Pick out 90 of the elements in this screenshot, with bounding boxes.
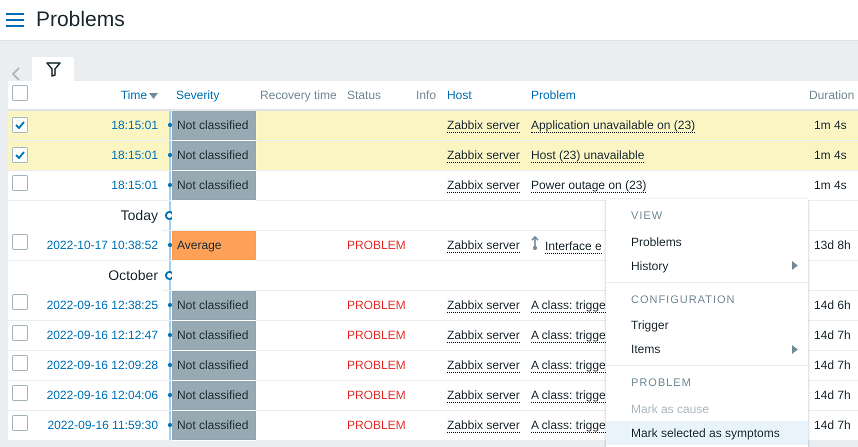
checkbox[interactable] <box>12 84 28 100</box>
duration-text: 14d 6h <box>814 298 851 312</box>
time-link[interactable]: 18:15:01 <box>111 148 158 162</box>
timeline-dot-icon <box>168 242 172 246</box>
severity-cell: Not classified <box>172 140 256 170</box>
time-link[interactable]: 2022-10-17 10:38:52 <box>46 238 158 252</box>
status-text: PROBLEM <box>347 358 406 372</box>
filter-tab[interactable] <box>32 57 74 81</box>
time-link[interactable]: 2022-09-16 11:59:30 <box>47 418 158 432</box>
severity-cell: Not classified <box>172 320 256 350</box>
timeline-dot-icon <box>168 123 172 127</box>
time-link[interactable]: 2022-09-16 12:12:47 <box>46 328 158 342</box>
duration-text: 1m 4s <box>814 178 847 192</box>
timeline-marker-icon <box>165 210 172 220</box>
column-header[interactable]: Severity <box>176 88 220 102</box>
check-icon <box>15 151 25 159</box>
status-text: PROBLEM <box>347 328 406 342</box>
checkbox[interactable] <box>12 174 28 190</box>
timeline-dot-icon <box>168 392 172 396</box>
host-link[interactable]: Zabbix server <box>447 388 520 403</box>
menu-section-header: VIEW <box>630 209 664 224</box>
column-header: Status <box>347 88 382 102</box>
menu-section-header: CONFIGURATION <box>630 292 736 308</box>
date-group-label: Today <box>120 206 158 223</box>
menu-item[interactable]: Items <box>606 337 808 361</box>
status-text: PROBLEM <box>347 418 406 432</box>
timeline-dot-icon <box>168 182 172 186</box>
filter-icon <box>46 62 60 76</box>
column-header[interactable]: Time <box>120 88 158 102</box>
timeline-marker-icon <box>165 270 172 280</box>
timeline-dot-icon <box>168 302 172 306</box>
checkbox[interactable] <box>12 147 28 163</box>
time-link[interactable]: 2022-09-16 12:04:06 <box>46 388 158 402</box>
column-header: Duration <box>809 88 854 102</box>
problem-link[interactable]: Power outage on (23) <box>531 178 646 193</box>
time-link[interactable]: 2022-09-16 12:09:28 <box>46 358 158 372</box>
checkbox[interactable] <box>12 117 28 134</box>
checkbox[interactable] <box>12 414 28 430</box>
severity-cell: Not classified <box>172 410 256 440</box>
checkbox[interactable] <box>12 234 28 250</box>
checkbox[interactable] <box>12 324 28 340</box>
submenu-arrow-icon <box>792 344 798 354</box>
column-header: Recovery time <box>260 88 337 102</box>
host-link[interactable]: Zabbix server <box>447 298 520 313</box>
timeline-dot-icon <box>168 332 172 336</box>
page-title: Problems <box>36 7 125 33</box>
menu-item[interactable]: Mark selected as symptoms <box>606 420 808 444</box>
host-link[interactable]: Zabbix server <box>447 238 520 253</box>
duration-text: 1m 4s <box>814 118 847 132</box>
duration-text: 13d 8h <box>814 238 851 252</box>
menu-section-header: PROBLEM <box>630 376 693 391</box>
menu-item[interactable]: Problems <box>606 230 808 254</box>
timeline-dot-icon <box>168 422 172 426</box>
checkbox[interactable] <box>12 384 28 400</box>
status-text: PROBLEM <box>347 298 406 312</box>
status-text: PROBLEM <box>347 238 406 252</box>
severity-cell: Not classified <box>172 110 256 140</box>
check-icon <box>15 121 25 130</box>
column-header[interactable]: Host <box>447 88 472 102</box>
column-header[interactable]: Problem <box>531 88 576 102</box>
severity-cell: Not classified <box>172 350 256 380</box>
problem-link[interactable]: Interface e <box>545 238 602 254</box>
checkbox[interactable] <box>12 354 28 370</box>
duration-text: 14d 7h <box>814 358 851 372</box>
time-link[interactable]: 18:15:01 <box>111 118 158 132</box>
duration-text: 14d 7h <box>814 328 851 342</box>
severity-cell: Not classified <box>172 290 256 320</box>
time-link[interactable]: 18:15:01 <box>111 178 158 192</box>
timeline-dot-icon <box>168 362 172 366</box>
menu-item[interactable]: History <box>606 254 808 278</box>
menu-item[interactable]: Trigger <box>606 313 808 337</box>
menu-icon[interactable] <box>6 13 24 27</box>
column-header: Info <box>416 88 436 102</box>
status-text: PROBLEM <box>347 388 406 402</box>
host-link[interactable]: Zabbix server <box>447 178 520 193</box>
duration-text: 14d 7h <box>814 418 851 432</box>
host-link[interactable]: Zabbix server <box>447 328 520 343</box>
duration-text: 14d 7h <box>814 388 851 402</box>
date-group-label: October <box>108 266 158 283</box>
sort-arrow-icon <box>149 92 158 99</box>
severity-cell: Not classified <box>172 170 256 200</box>
severity-cell: Average <box>172 230 256 260</box>
host-link[interactable]: Zabbix server <box>447 418 520 433</box>
severity-cell: Not classified <box>172 380 256 410</box>
time-link[interactable]: 2022-09-16 12:38:25 <box>46 298 158 312</box>
duration-text: 1m 4s <box>814 148 847 162</box>
timeline-dot-icon <box>168 152 172 156</box>
host-link[interactable]: Zabbix server <box>447 358 520 373</box>
checkbox[interactable] <box>12 294 28 310</box>
submenu-arrow-icon <box>792 261 798 270</box>
